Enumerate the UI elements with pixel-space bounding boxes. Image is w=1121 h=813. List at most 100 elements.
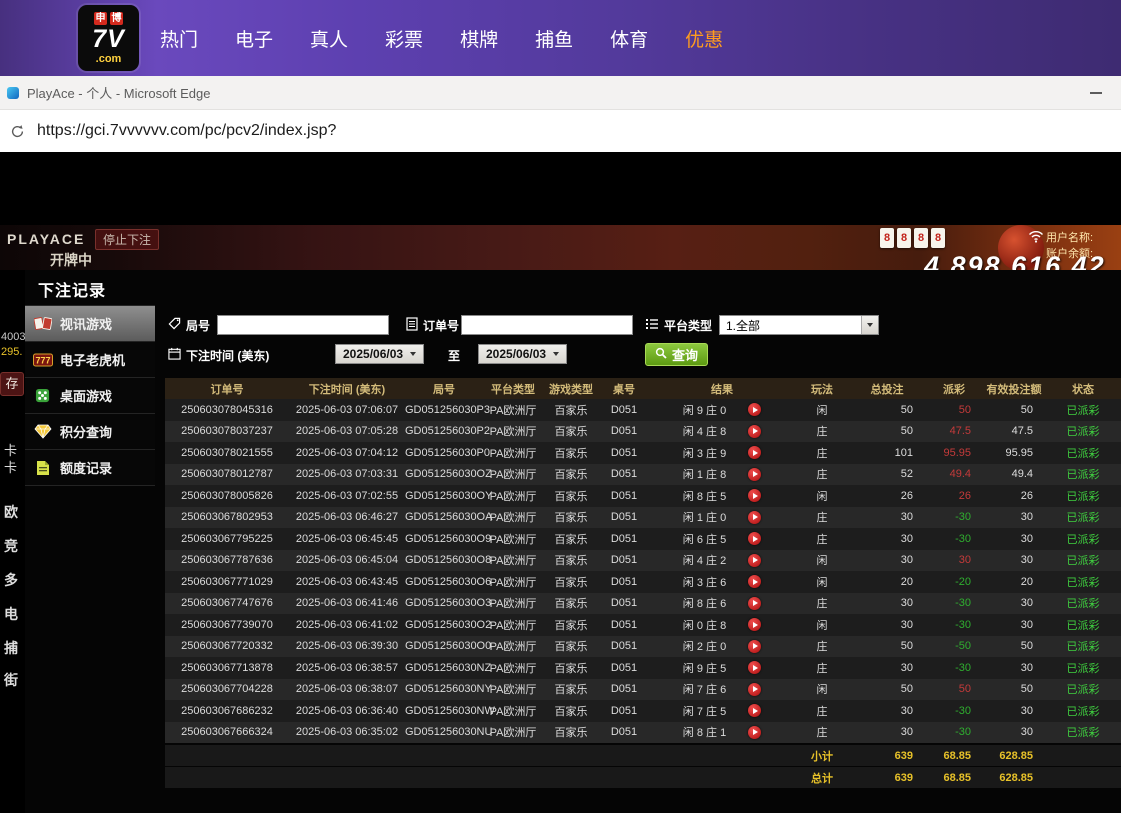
cell-status: 已派彩 bbox=[1045, 552, 1121, 568]
replay-button[interactable] bbox=[748, 726, 761, 739]
round-id-input[interactable] bbox=[217, 315, 389, 335]
cell-platform-type: PA欧洲厅 bbox=[483, 466, 543, 482]
logo-tags: 申 博 bbox=[94, 12, 123, 25]
cell-status: 已派彩 bbox=[1045, 423, 1121, 439]
minimize-icon bbox=[1090, 92, 1102, 94]
cell-round-id: GD051256030O2 bbox=[405, 619, 483, 631]
cell-valid-bet: 20 bbox=[983, 576, 1045, 588]
cell-bet-time: 2025-06-03 06:41:46 bbox=[289, 597, 405, 609]
nav-item[interactable]: 热门 bbox=[160, 25, 198, 52]
cell-status: 已派彩 bbox=[1045, 445, 1121, 461]
cell-bet-time: 2025-06-03 06:41:02 bbox=[289, 619, 405, 631]
left-menu-europe-fragment[interactable]: 欧 bbox=[4, 502, 18, 522]
left-menu-dianzi-fragment[interactable]: 电 bbox=[4, 604, 18, 624]
sidebar-item-slots[interactable]: 777 电子老虎机 bbox=[25, 342, 155, 378]
cell-platform-type: PA欧洲厅 bbox=[483, 488, 543, 504]
platform-type-select[interactable]: 1.全部 bbox=[719, 315, 879, 335]
nav-item[interactable]: 体育 bbox=[610, 25, 648, 52]
cell-platform-type: PA欧洲厅 bbox=[483, 681, 543, 697]
date-from-select[interactable]: 2025/06/03 bbox=[335, 344, 424, 364]
cell-result: 闲 0 庄 8 bbox=[649, 617, 795, 633]
site-logo[interactable]: 申 博 7V .com bbox=[78, 5, 139, 71]
address-bar[interactable]: https://gci.7vvvvvv.com/pc/pcv2/index.js… bbox=[37, 122, 336, 140]
sidebar-item-video-games[interactable]: 视讯游戏 bbox=[25, 306, 155, 342]
result-text: 闲 8 庄 6 bbox=[683, 595, 726, 611]
replay-button[interactable] bbox=[748, 661, 761, 674]
screen: 申 博 7V .com 热门 电子 真人 彩票 棋牌 捕鱼 体育 优惠 bbox=[0, 0, 1121, 813]
cell-play-type: 庄 bbox=[795, 509, 849, 525]
cell-order-id: 250603078005826 bbox=[165, 490, 289, 502]
cell-platform-type: PA欧洲厅 bbox=[483, 445, 543, 461]
slot-777-icon: 777 bbox=[32, 353, 53, 367]
table-row: 250603078037237 2025-06-03 07:05:28 GD05… bbox=[165, 421, 1121, 443]
search-button[interactable]: 查询 bbox=[645, 343, 708, 366]
replay-button[interactable] bbox=[748, 468, 761, 481]
cell-valid-bet: 30 bbox=[983, 619, 1045, 631]
sidebar-item-credit-records[interactable]: 额度记录 bbox=[25, 450, 155, 486]
sidebar-item-table-games[interactable]: 桌面游戏 bbox=[25, 378, 155, 414]
table-header-cell: 总投注 bbox=[849, 381, 925, 397]
cell-bet-time: 2025-06-03 06:43:45 bbox=[289, 576, 405, 588]
replay-button[interactable] bbox=[748, 704, 761, 717]
nav-item[interactable]: 真人 bbox=[310, 25, 348, 52]
reload-icon[interactable] bbox=[10, 124, 25, 139]
nav-item[interactable]: 棋牌 bbox=[460, 25, 498, 52]
cell-total-bet: 30 bbox=[849, 554, 925, 566]
left-menu-buyu-fragment[interactable]: 捕 bbox=[4, 638, 18, 658]
cell-result: 闲 9 庄 5 bbox=[649, 660, 795, 676]
cell-order-id: 250603067739070 bbox=[165, 619, 289, 631]
nav-item[interactable]: 电子 bbox=[235, 25, 273, 52]
left-menu-jing-fragment[interactable]: 竞 bbox=[4, 536, 18, 556]
result-text: 闲 7 庄 6 bbox=[683, 681, 726, 697]
cell-payout: 95.95 bbox=[925, 447, 983, 459]
browser-urlbar: https://gci.7vvvvvv.com/pc/pcv2/index.js… bbox=[0, 110, 1121, 152]
nav-item[interactable]: 优惠 bbox=[685, 25, 723, 52]
cell-table-number: D051 bbox=[599, 533, 649, 545]
play-icon bbox=[753, 708, 758, 714]
logo-tag-shen: 申 bbox=[94, 12, 107, 25]
cell-payout: -30 bbox=[925, 662, 983, 674]
cell-table-number: D051 bbox=[599, 726, 649, 738]
nav-item[interactable]: 彩票 bbox=[385, 25, 423, 52]
replay-button[interactable] bbox=[748, 403, 761, 416]
order-doc-icon bbox=[406, 317, 418, 334]
cell-platform-type: PA欧洲厅 bbox=[483, 509, 543, 525]
cell-platform-type: PA欧洲厅 bbox=[483, 552, 543, 568]
left-menu-deposit-fragment[interactable]: 存 bbox=[0, 372, 24, 396]
left-menu-jieji-fragment[interactable]: 街 bbox=[4, 670, 18, 690]
jackpot-number: 4,898,616.42 bbox=[924, 251, 1106, 270]
order-id-filter-label: 订单号 bbox=[406, 314, 459, 336]
replay-button[interactable] bbox=[748, 575, 761, 588]
cell-game-type: 百家乐 bbox=[543, 509, 599, 525]
replay-button[interactable] bbox=[748, 640, 761, 653]
nav-item[interactable]: 捕鱼 bbox=[535, 25, 573, 52]
left-menu-card-fragment[interactable]: 卡 bbox=[4, 457, 17, 476]
cell-game-type: 百家乐 bbox=[543, 638, 599, 654]
replay-button[interactable] bbox=[748, 554, 761, 567]
dice-icon bbox=[32, 388, 53, 403]
replay-button[interactable] bbox=[748, 683, 761, 696]
date-to-select[interactable]: 2025/06/03 bbox=[478, 344, 567, 364]
replay-button[interactable] bbox=[748, 618, 761, 631]
cell-valid-bet: 30 bbox=[983, 726, 1045, 738]
replay-button[interactable] bbox=[748, 511, 761, 524]
replay-button[interactable] bbox=[748, 446, 761, 459]
minimize-button[interactable] bbox=[1083, 83, 1109, 103]
dealt-cards-row: 8 8 8 8 bbox=[880, 228, 945, 248]
replay-button[interactable] bbox=[748, 532, 761, 545]
cell-payout: 26 bbox=[925, 490, 983, 502]
cell-payout: -30 bbox=[925, 597, 983, 609]
sidebar-item-label: 视讯游戏 bbox=[60, 314, 112, 333]
left-menu-duo-fragment[interactable]: 多 bbox=[4, 570, 18, 590]
replay-button[interactable] bbox=[748, 489, 761, 502]
replay-button[interactable] bbox=[748, 425, 761, 438]
sidebar-item-points-query[interactable]: 积分查询 bbox=[25, 414, 155, 450]
cell-round-id: GD051256030NZ bbox=[405, 662, 483, 674]
order-id-input[interactable] bbox=[461, 315, 633, 335]
cell-valid-bet: 50 bbox=[983, 683, 1045, 695]
table-row: 250603067666324 2025-06-03 06:35:02 GD05… bbox=[165, 722, 1121, 744]
cell-total-bet: 30 bbox=[849, 533, 925, 545]
replay-button[interactable] bbox=[748, 597, 761, 610]
bet-records-panel: 下注记录 视讯游戏 777 电子老虎机 bbox=[25, 270, 1121, 813]
edge-tab-icon bbox=[7, 87, 19, 99]
